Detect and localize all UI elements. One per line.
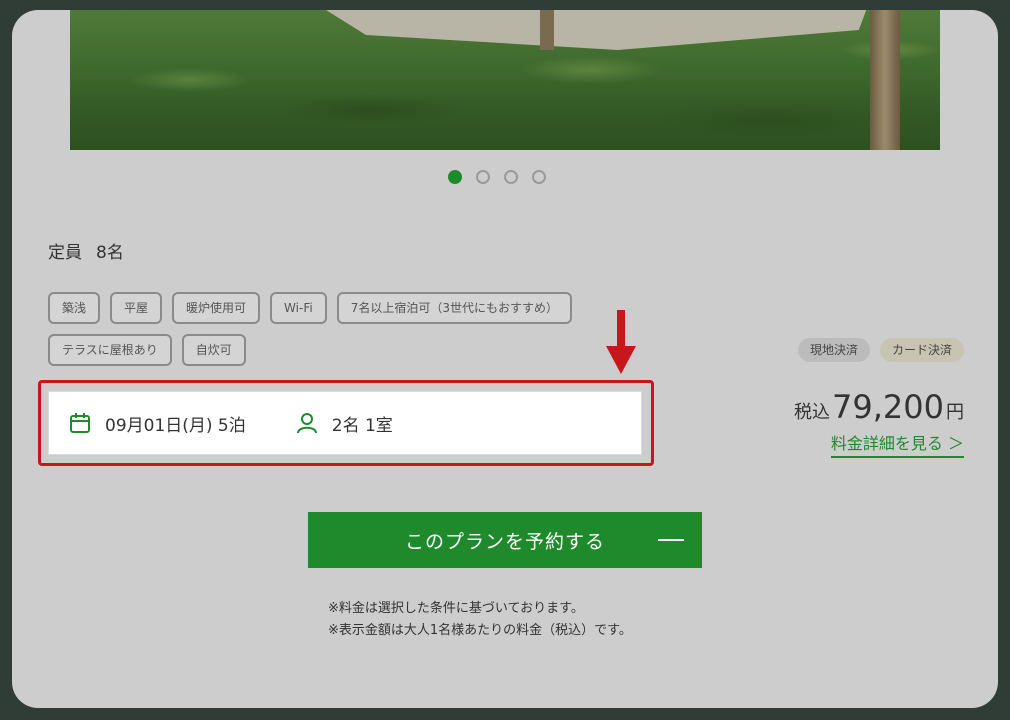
price-unit: 円 bbox=[946, 402, 964, 423]
reserve-button[interactable]: このプランを予約する bbox=[308, 512, 702, 568]
gallery-dot[interactable] bbox=[448, 170, 462, 184]
price-notes: ※料金は選択した条件に基づいております。 ※表示金額は大人1名様あたりの料金（税… bbox=[328, 598, 632, 642]
capacity-value: 8名 bbox=[96, 243, 124, 263]
hero-photo[interactable] bbox=[70, 10, 940, 150]
gallery-pagination bbox=[448, 170, 546, 184]
tree-trunk bbox=[870, 10, 900, 150]
feature-tag: Wi-Fi bbox=[270, 292, 327, 324]
search-conditions[interactable]: 09月01日(月) 5泊 2名 1室 bbox=[48, 391, 642, 455]
feature-tag: 平屋 bbox=[110, 292, 163, 324]
dash-icon bbox=[658, 539, 684, 541]
reserve-button-label: このプランを予約する bbox=[404, 530, 605, 553]
note-line: ※表示金額は大人1名様あたりの料金（税込）です。 bbox=[328, 623, 632, 638]
tree-trunk bbox=[540, 10, 554, 50]
feature-tags: 築浅 平屋 暖炉使用可 Wi-Fi 7名以上宿泊可（3世代にもおすすめ） テラス… bbox=[48, 292, 668, 366]
gallery-dot[interactable] bbox=[476, 170, 490, 184]
guests-value: 2名 1室 bbox=[331, 415, 393, 436]
price-detail-link[interactable]: 料金詳細を見る ＞ bbox=[830, 430, 964, 458]
feature-tag: 暖炉使用可 bbox=[172, 292, 261, 324]
capacity-label: 定員 bbox=[48, 243, 82, 263]
feature-tag: 7名以上宿泊可（3世代にもおすすめ） bbox=[336, 292, 572, 324]
price-prefix: 税込 bbox=[794, 402, 831, 423]
gallery-dot[interactable] bbox=[532, 170, 546, 184]
note-line: ※料金は選択した条件に基づいております。 bbox=[328, 601, 584, 616]
feature-tag: 築浅 bbox=[48, 292, 101, 324]
calendar-icon bbox=[70, 413, 90, 433]
price: 税込 79,200 円 bbox=[794, 388, 964, 426]
device-frame: 定員 8名 築浅 平屋 暖炉使用可 Wi-Fi 7名以上宿泊可（3世代にもおすすめ… bbox=[12, 10, 998, 708]
price-amount: 79,200 bbox=[832, 388, 944, 426]
payment-badge-local: 現地決済 bbox=[797, 338, 870, 362]
payment-badge-card: カード決済 bbox=[879, 338, 964, 362]
gallery-dot[interactable] bbox=[504, 170, 518, 184]
feature-tag: テラスに屋根あり bbox=[48, 334, 172, 366]
guests-field[interactable]: 2名 1室 bbox=[296, 411, 393, 436]
arrow-down-icon bbox=[606, 310, 636, 374]
date-value: 09月01日(月) 5泊 bbox=[105, 415, 246, 436]
date-field[interactable]: 09月01日(月) 5泊 bbox=[69, 411, 246, 436]
feature-tag: 自炊可 bbox=[181, 334, 246, 366]
capacity: 定員 8名 bbox=[48, 238, 124, 263]
payment-methods: 現地決済 カード決済 bbox=[797, 338, 964, 362]
person-icon bbox=[296, 413, 317, 434]
